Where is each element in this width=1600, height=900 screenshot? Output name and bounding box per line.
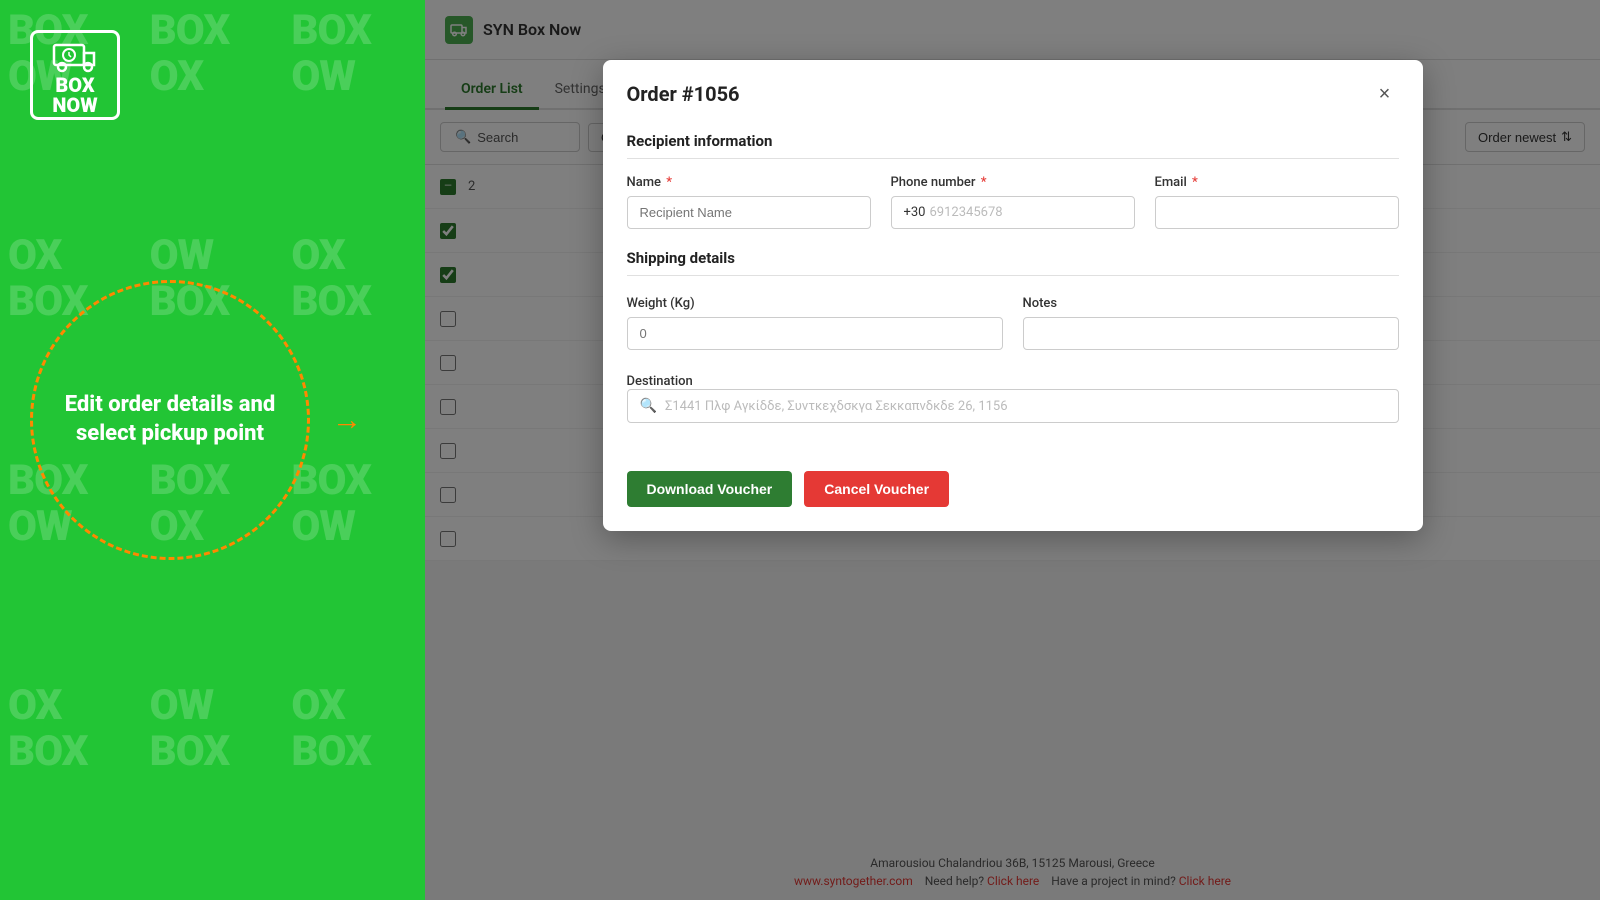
notes-form-group: Notes [1023,296,1399,350]
modal-body: Recipient information Name * [603,124,1423,471]
weight-label: Weight (Kg) [627,296,1003,311]
cancel-voucher-button[interactable]: Cancel Voucher [804,471,949,507]
weight-notes-row: Weight (Kg) Notes [627,296,1399,350]
main-area: SYN Box Now Order List Settings 🔍 Search… [425,0,1600,900]
name-form-group: Name * [627,175,871,229]
modal-title: Order #1056 [627,82,740,106]
name-required-star: * [666,175,672,190]
notes-input[interactable] [1023,317,1399,350]
weight-input[interactable] [627,317,1003,350]
logo-area: BOXNOW [30,30,120,120]
modal-close-button[interactable]: × [1371,80,1399,108]
email-input[interactable] [1155,196,1399,229]
destination-search-wrapper[interactable]: 🔍 Σ1441 Πλφ Αγκίδδε, Συντκεχδσκγα Σεκκαπ… [627,389,1399,423]
phone-prefix: +30 [904,205,926,220]
logo-icon [50,35,100,75]
email-required-star: * [1192,175,1198,190]
left-panel: BOXOW BOXOX BOXOW OXBOX OWBOX OXBOX BOXO… [0,0,425,900]
shipping-section-title: Shipping details [627,249,1399,276]
phone-value: 6912345678 [930,205,1003,220]
circle-container: Edit order details and select pickup poi… [30,280,310,560]
phone-form-group: Phone number * +30 6912345678 [891,175,1135,229]
arrow-right-icon: → [332,403,362,438]
modal-overlay: Order #1056 × Recipient information Name… [425,0,1600,900]
destination-search-icon: 🔍 [640,398,657,414]
email-form-group: Email * [1155,175,1399,229]
email-label: Email * [1155,175,1399,190]
logo-box: BOXNOW [30,30,120,120]
circle-text: Edit order details and select pickup poi… [33,361,307,478]
destination-form-group: Destination 🔍 Σ1441 Πλφ Αγκίδδε, Συντκεχ… [627,370,1399,423]
recipient-section-title: Recipient information [627,132,1399,159]
phone-required-star: * [981,175,987,190]
name-label: Name * [627,175,871,190]
order-modal: Order #1056 × Recipient information Name… [603,60,1423,531]
destination-label: Destination [627,374,693,389]
modal-footer: Download Voucher Cancel Voucher [603,471,1423,531]
name-input[interactable] [627,196,871,229]
app-window: SYN Box Now Order List Settings 🔍 Search… [425,0,1600,900]
phone-label: Phone number * [891,175,1135,190]
notes-label: Notes [1023,296,1399,311]
destination-value: Σ1441 Πλφ Αγκίδδε, Συντκεχδσκγα Σεκκαπνδ… [665,399,1386,414]
circle-outline: Edit order details and select pickup poi… [30,280,310,560]
phone-input-wrapper: +30 6912345678 [891,196,1135,229]
weight-form-group: Weight (Kg) [627,296,1003,350]
modal-header: Order #1056 × [603,60,1423,124]
recipient-form-row: Name * Phone number * [627,175,1399,229]
download-voucher-button[interactable]: Download Voucher [627,471,793,507]
